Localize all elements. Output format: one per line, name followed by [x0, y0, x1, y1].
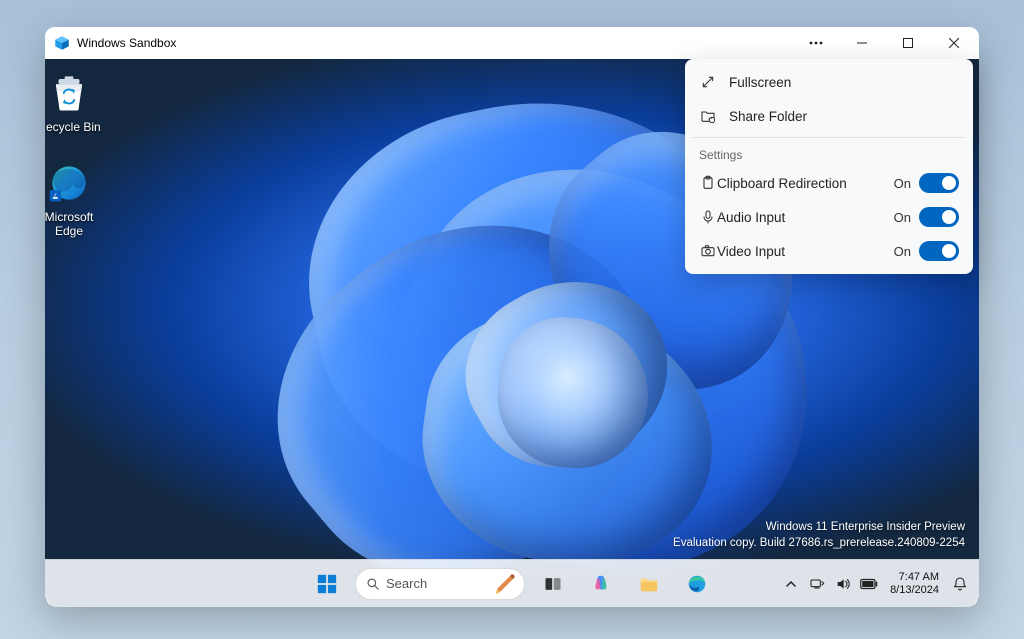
search-icon: [366, 577, 380, 591]
camera-icon: [699, 242, 717, 260]
setting-label: Video Input: [717, 244, 894, 259]
app-icon: [53, 34, 71, 52]
setting-label: Audio Input: [717, 210, 894, 225]
menu-divider: [693, 137, 965, 138]
setting-video-input: Video Input On: [691, 234, 967, 268]
tray-chevron-up-icon[interactable]: [780, 564, 802, 604]
desktop-icon-label: Recycle Bin: [45, 120, 101, 134]
taskbar-clock[interactable]: 7:47 AM 8/13/2024: [884, 571, 945, 596]
clipboard-icon: [699, 174, 717, 192]
recycle-bin-icon: [45, 69, 93, 117]
titlebar: Windows Sandbox: [45, 27, 979, 59]
tray-battery-icon[interactable]: [858, 564, 880, 604]
microphone-icon: [699, 208, 717, 226]
share-folder-icon: [699, 107, 717, 125]
guest-taskbar: Search: [45, 559, 979, 607]
desktop-icon-label: Microsoft Edge: [45, 210, 93, 238]
more-button[interactable]: [793, 27, 839, 59]
task-view-button[interactable]: [533, 564, 573, 604]
taskbar-time: 7:47 AM: [890, 571, 939, 584]
edge-icon: [45, 159, 93, 207]
copilot-button[interactable]: [581, 564, 621, 604]
setting-label: Clipboard Redirection: [717, 176, 894, 191]
minimize-button[interactable]: [839, 27, 885, 59]
setting-state: On: [894, 176, 911, 191]
search-highlight-icon: [493, 571, 521, 597]
tray-volume-icon[interactable]: [832, 564, 854, 604]
more-menu-flyout: Fullscreen Share Folder Settings Clipboa…: [685, 59, 973, 274]
fullscreen-icon: [699, 73, 717, 91]
tray-network-icon[interactable]: [806, 564, 828, 604]
maximize-button[interactable]: [885, 27, 931, 59]
start-button[interactable]: [307, 564, 347, 604]
setting-state: On: [894, 244, 911, 259]
menu-item-label: Fullscreen: [729, 75, 791, 90]
menu-settings-header: Settings: [691, 142, 967, 166]
setting-state: On: [894, 210, 911, 225]
edge-taskbar-button[interactable]: [677, 564, 717, 604]
setting-clipboard-redirection: Clipboard Redirection On: [691, 166, 967, 200]
watermark-line2: Evaluation copy. Build 27686.rs_prerelea…: [673, 535, 965, 551]
setting-audio-input: Audio Input On: [691, 200, 967, 234]
search-placeholder: Search: [386, 576, 427, 591]
close-button[interactable]: [931, 27, 977, 59]
menu-item-label: Share Folder: [729, 109, 807, 124]
watermark-line1: Windows 11 Enterprise Insider Preview: [673, 519, 965, 535]
taskbar-search[interactable]: Search: [355, 568, 525, 600]
menu-share-folder[interactable]: Share Folder: [691, 99, 967, 133]
taskbar-date: 8/13/2024: [890, 584, 939, 597]
explorer-button[interactable]: [629, 564, 669, 604]
toggle-video[interactable]: [919, 241, 959, 261]
menu-fullscreen[interactable]: Fullscreen: [691, 65, 967, 99]
toggle-clipboard[interactable]: [919, 173, 959, 193]
tray-notifications-icon[interactable]: [949, 564, 971, 604]
desktop-icon-edge[interactable]: Microsoft Edge: [45, 159, 107, 238]
desktop-icon-recycle-bin[interactable]: Recycle Bin: [45, 69, 107, 134]
watermark: Windows 11 Enterprise Insider Preview Ev…: [673, 519, 965, 551]
toggle-audio[interactable]: [919, 207, 959, 227]
window-title: Windows Sandbox: [77, 36, 176, 50]
